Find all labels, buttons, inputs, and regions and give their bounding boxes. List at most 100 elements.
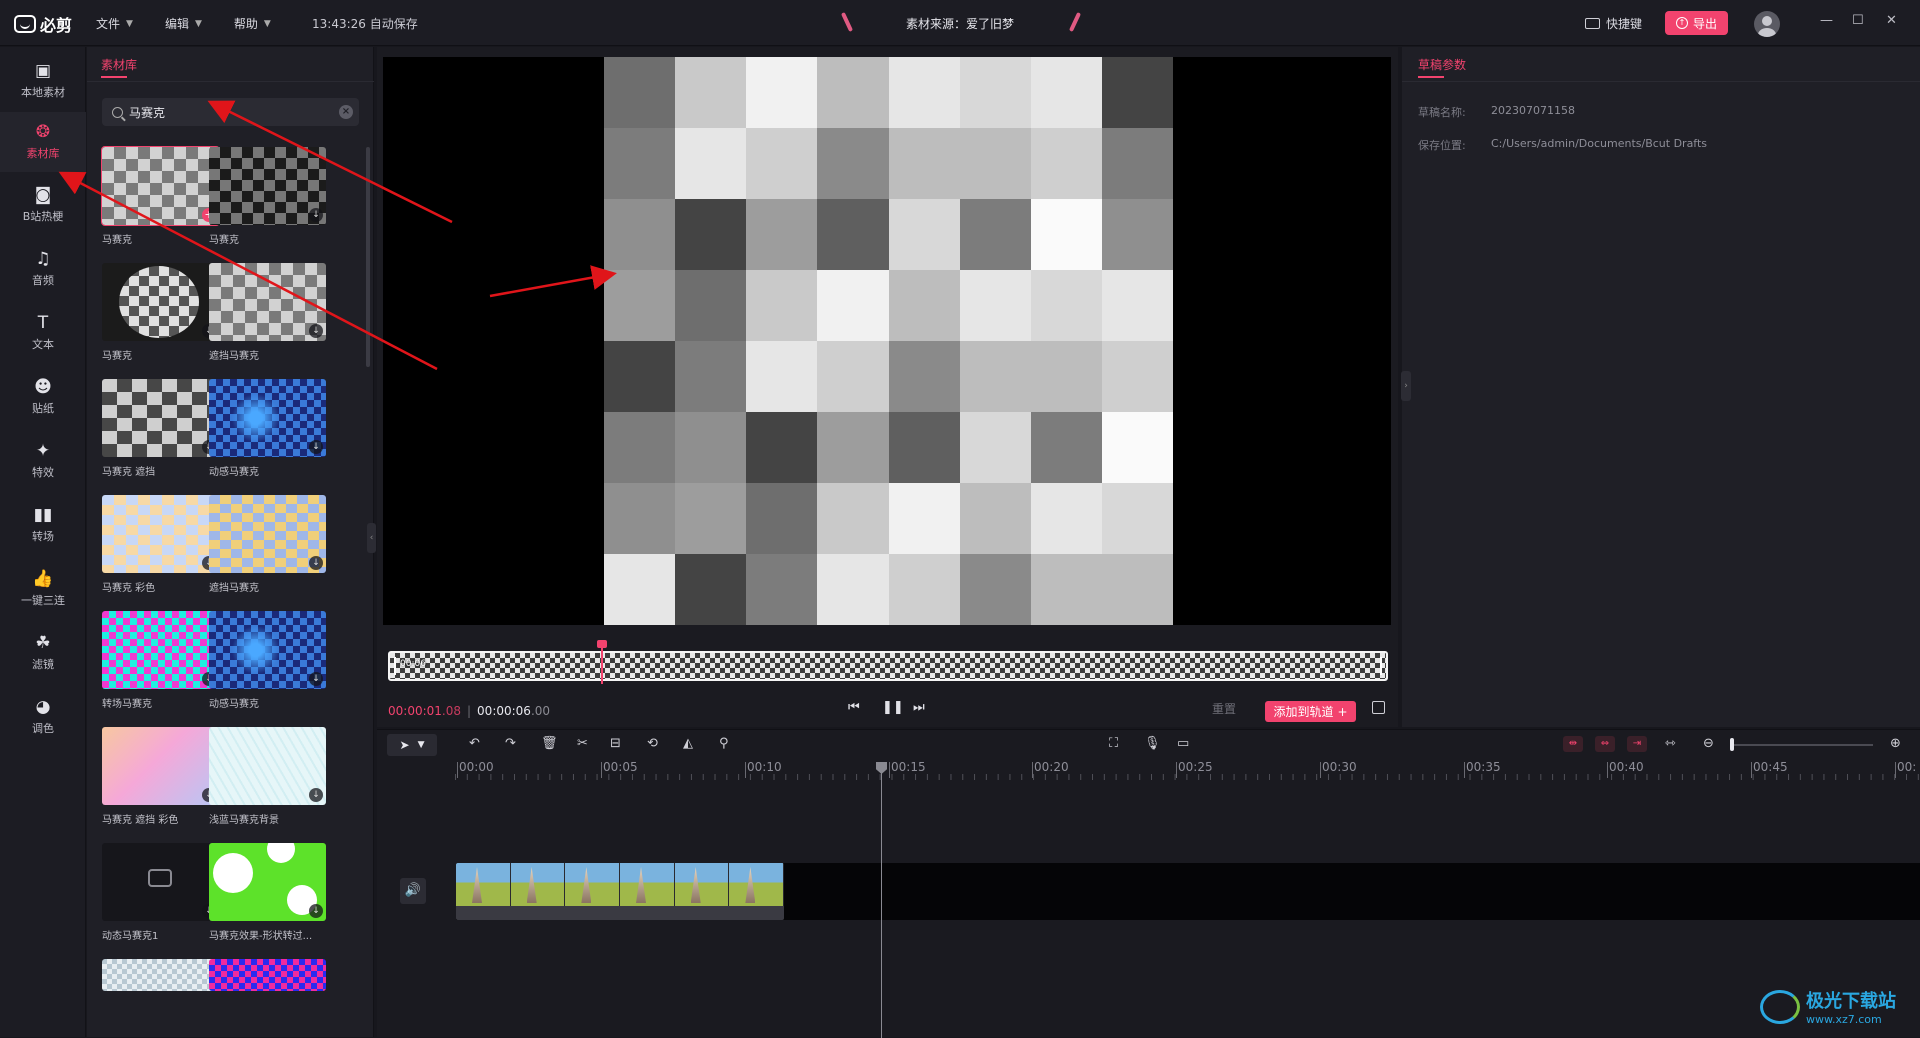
asset-card[interactable]: ↓ 动感马赛克 — [209, 611, 326, 710]
next-frame-icon[interactable]: ⏭ — [913, 700, 925, 715]
track-mute-icon[interactable]: 🔊 — [400, 878, 426, 904]
ruler-tick: 00:30 — [1320, 760, 1357, 778]
zoom-slider[interactable] — [1733, 744, 1873, 746]
asset-card[interactable]: + 马赛克 — [101, 146, 220, 246]
asset-thumbnail[interactable]: ↓ — [209, 147, 326, 225]
asset-thumbnail[interactable]: + — [101, 146, 220, 226]
asset-thumbnail[interactable]: ↓ — [209, 727, 326, 805]
search-input[interactable]: 马赛克 × — [102, 98, 359, 126]
nav-local-assets[interactable]: ▣ 本地素材 — [0, 51, 86, 111]
asset-thumbnail[interactable]: ↓ — [102, 263, 219, 341]
nav-color-grading[interactable]: ◕ 调色 — [0, 687, 86, 747]
download-icon[interactable]: ↓ — [309, 672, 323, 686]
tab-asset-library[interactable]: 素材库 — [101, 56, 137, 73]
asset-card[interactable]: ↓ 浅蓝马赛克背景 — [209, 727, 326, 826]
asset-thumbnail[interactable]: ↓ — [102, 379, 219, 457]
clear-search-icon[interactable]: × — [339, 105, 353, 119]
snap-icon[interactable]: ⇔ — [1595, 736, 1615, 752]
tab-draft-params[interactable]: 草稿参数 — [1418, 56, 1466, 73]
previous-frame-icon[interactable]: ⏮ — [848, 700, 860, 715]
asset-card[interactable]: ↓ 马赛克 — [209, 147, 326, 246]
asset-thumbnail[interactable] — [209, 959, 326, 991]
nav-sticker[interactable]: ☻ 贴纸 — [0, 367, 86, 427]
asset-thumbnail[interactable]: ↓ — [209, 495, 326, 573]
mosaic-cell — [1030, 412, 1102, 483]
asset-card[interactable]: ↓ 动态马赛克1 — [102, 843, 219, 942]
expand-panel-icon[interactable]: › — [1401, 371, 1411, 401]
mosaic-cell — [675, 483, 747, 554]
reset-button[interactable]: 重置 — [1212, 700, 1236, 717]
reverse-icon[interactable]: ⟲ — [647, 736, 658, 751]
collapse-panel-icon[interactable]: ‹ — [367, 523, 376, 553]
link-track-icon[interactable]: ⇹ — [1563, 736, 1583, 752]
pin-icon[interactable]: ⚲ — [719, 736, 729, 751]
nav-asset-library[interactable]: ❂ 素材库 — [0, 112, 86, 172]
clip-trim-strip[interactable]: 00:06 — [388, 651, 1388, 681]
asset-card[interactable]: ↓ 马赛克效果-形状转过... — [209, 843, 326, 942]
video-clip[interactable] — [456, 863, 784, 920]
asset-thumbnail[interactable] — [102, 959, 219, 991]
asset-thumbnail[interactable]: ↓ — [102, 495, 219, 573]
asset-card[interactable]: ↓ 遮挡马赛克 — [209, 263, 326, 362]
delete-icon[interactable]: 🗑 — [541, 736, 558, 751]
select-tool-dropdown[interactable]: ➤ ▼ — [387, 734, 437, 756]
minimize-icon[interactable]: — — [1820, 13, 1833, 28]
maximize-icon[interactable]: ☐ — [1852, 13, 1864, 28]
zoom-slider-knob[interactable] — [1730, 738, 1734, 751]
nav-bilibili-memes[interactable]: ◙ B站热梗 — [0, 175, 86, 235]
asset-thumbnail[interactable]: ↓ — [102, 843, 219, 921]
preview-playhead[interactable] — [597, 640, 607, 684]
asset-card[interactable]: ↓ 马赛克 遮挡 彩色 — [102, 727, 219, 826]
asset-card[interactable]: ↓ 马赛克 彩色 — [102, 495, 219, 594]
mosaic-cell — [1101, 412, 1173, 483]
asset-card[interactable]: ↓ 遮挡马赛克 — [209, 495, 326, 594]
nav-transitions[interactable]: ▮▮ 转场 — [0, 495, 86, 555]
nav-effects[interactable]: ✦ 特效 — [0, 431, 86, 491]
capture-icon[interactable]: ⛶ — [1109, 736, 1118, 751]
split-icon[interactable]: ✂ — [577, 736, 588, 751]
add-to-track-button[interactable]: 添加到轨道 + — [1265, 701, 1356, 722]
trim-handle-right[interactable] — [1380, 657, 1382, 675]
asset-thumbnail[interactable]: ↓ — [209, 843, 326, 921]
asset-card[interactable]: ↓ 动感马赛克 — [209, 379, 326, 478]
asset-scrollbar[interactable] — [366, 147, 370, 367]
asset-card[interactable] — [102, 959, 219, 991]
nav-filters[interactable]: ☘ 滤镜 — [0, 623, 86, 683]
export-button[interactable]: ↑ 导出 — [1665, 11, 1728, 35]
user-avatar[interactable] — [1754, 11, 1780, 37]
nav-text[interactable]: T 文本 — [0, 303, 86, 363]
asset-thumbnail[interactable]: ↓ — [102, 727, 219, 805]
fullscreen-icon[interactable] — [1372, 701, 1385, 714]
asset-thumbnail[interactable]: ↓ — [209, 263, 326, 341]
asset-thumbnail[interactable]: ↓ — [209, 379, 326, 457]
pause-icon[interactable]: ❚❚ — [882, 700, 904, 715]
zoom-in-icon[interactable]: ⊕ — [1890, 736, 1901, 751]
download-icon[interactable]: ↓ — [309, 440, 323, 454]
nav-triple-like[interactable]: 👍 一键三连 — [0, 559, 86, 619]
asset-card[interactable]: ↓ 马赛克 — [102, 263, 219, 362]
download-icon[interactable]: ↓ — [309, 904, 323, 918]
close-icon[interactable]: ✕ — [1886, 13, 1897, 28]
trim-handle-left[interactable] — [394, 657, 396, 675]
asset-card[interactable] — [209, 959, 326, 991]
mirror-icon[interactable]: ◭ — [683, 736, 693, 751]
asset-card[interactable]: ↓ 马赛克 遮挡 — [102, 379, 219, 478]
download-icon[interactable]: ↓ — [309, 208, 323, 222]
undo-icon[interactable]: ↶ — [469, 736, 480, 751]
camera-icon[interactable]: ▭ — [1177, 736, 1189, 751]
nav-audio[interactable]: ♫ 音频 — [0, 239, 86, 299]
split-view-icon[interactable]: ⇿ — [1665, 736, 1676, 751]
shortcut-button[interactable]: 快捷键 — [1585, 15, 1642, 32]
redo-icon[interactable]: ↷ — [505, 736, 516, 751]
microphone-icon[interactable]: 🎙 — [1144, 736, 1161, 751]
freeze-frame-icon[interactable]: ⊟ — [610, 736, 621, 751]
timeline-playhead[interactable] — [881, 762, 882, 1038]
download-icon[interactable]: ↓ — [309, 788, 323, 802]
asset-card[interactable]: ↓ 转场马赛克 — [102, 611, 219, 710]
download-icon[interactable]: ↓ — [309, 556, 323, 570]
asset-thumbnail[interactable]: ↓ — [209, 611, 326, 689]
asset-thumbnail[interactable]: ↓ — [102, 611, 219, 689]
download-icon[interactable]: ↓ — [309, 324, 323, 338]
zoom-out-icon[interactable]: ⊖ — [1703, 736, 1714, 751]
magnet-icon[interactable]: ⇥ — [1627, 736, 1647, 752]
